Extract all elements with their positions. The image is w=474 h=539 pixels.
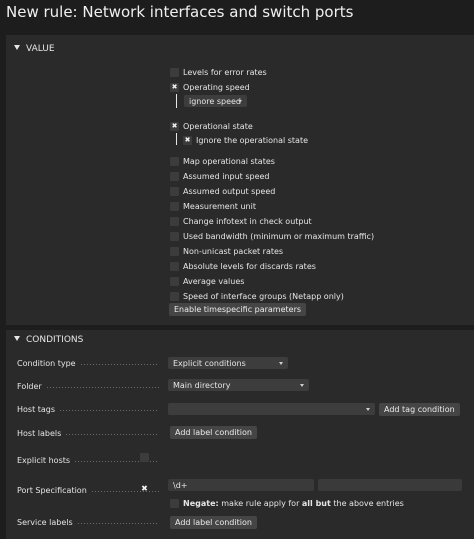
option-non-unicast-packet-rates[interactable]: Non-unicast packet rates xyxy=(170,245,283,257)
option-label: Used bandwidth (minimum or maximum traff… xyxy=(183,231,375,241)
conditions-section-title: CONDITIONS xyxy=(26,335,84,345)
option-used-bandwidth[interactable]: Used bandwidth (minimum or maximum traff… xyxy=(170,230,374,242)
option-label: Operational state xyxy=(183,121,253,131)
negate-text-1: make rule apply for xyxy=(218,498,302,508)
checkbox[interactable] xyxy=(170,201,179,211)
checkbox[interactable] xyxy=(183,135,192,146)
option-operating-speed[interactable]: Operating speed xyxy=(170,81,250,93)
checkbox[interactable] xyxy=(170,246,179,256)
option-average-values[interactable]: Average values xyxy=(170,275,244,287)
option-label: Assumed input speed xyxy=(183,171,270,181)
option-label: Map operational states xyxy=(183,156,275,166)
option-label: Levels for error rates xyxy=(183,67,267,77)
option-label: Ignore the operational state xyxy=(196,135,308,145)
value-section-header[interactable]: VALUE xyxy=(14,44,55,54)
option-operational-state[interactable]: Operational state xyxy=(170,120,253,132)
option-ignore-operational-state[interactable]: Ignore the operational state xyxy=(183,134,308,146)
conditions-section-header[interactable]: CONDITIONS xyxy=(14,335,83,345)
operating-speed-select[interactable]: ignore speed xyxy=(184,95,247,107)
add-service-label-condition-button[interactable]: Add label condition xyxy=(170,516,257,529)
indent-bar xyxy=(176,133,177,145)
option-label: Speed of interface groups (Netapp only) xyxy=(183,291,344,301)
option-assumed-input-speed[interactable]: Assumed input speed xyxy=(170,170,270,182)
enable-timespecific-button[interactable]: Enable timespecific parameters xyxy=(169,303,307,316)
checkbox[interactable] xyxy=(170,231,179,241)
folder-select[interactable]: Main directory xyxy=(168,379,309,391)
host-tags-select[interactable] xyxy=(168,403,375,415)
checkbox[interactable] xyxy=(170,216,179,226)
value-section-title: VALUE xyxy=(26,44,55,54)
service-labels-label: Service labels xyxy=(17,516,167,528)
chevron-down-icon xyxy=(300,383,304,387)
folder-label: Folder xyxy=(17,380,167,392)
explicit-hosts-checkbox[interactable] xyxy=(140,453,149,462)
indent-bar xyxy=(176,94,177,108)
checkbox[interactable] xyxy=(170,186,179,196)
option-label: Operating speed xyxy=(183,82,250,92)
dot-leader xyxy=(79,360,159,366)
page-title: New rule: Network interfaces and switch … xyxy=(6,3,354,21)
dot-leader xyxy=(65,430,159,436)
option-change-infotext[interactable]: Change infotext in check output xyxy=(170,215,312,227)
option-label: Non-unicast packet rates xyxy=(183,246,284,256)
negate-checkbox[interactable] xyxy=(170,498,179,508)
option-assumed-output-speed[interactable]: Assumed output speed xyxy=(170,185,275,197)
select-value: Main directory xyxy=(173,380,231,390)
option-levels-error-rates[interactable]: Levels for error rates xyxy=(170,66,267,78)
input-value: \d+ xyxy=(173,480,188,490)
add-tag-condition-button[interactable]: Add tag condition xyxy=(379,403,460,416)
dot-leader xyxy=(76,519,159,525)
checkbox[interactable] xyxy=(170,291,179,301)
select-value: Explicit conditions xyxy=(173,358,246,368)
negate-text-2: the above entries xyxy=(330,498,404,508)
host-labels-label: Host labels xyxy=(17,427,167,439)
checkbox[interactable] xyxy=(170,261,179,271)
checkbox[interactable] xyxy=(170,276,179,286)
collapse-triangle-icon xyxy=(14,336,20,341)
host-tags-label: Host tags xyxy=(17,403,167,415)
option-label: Change infotext in check output xyxy=(183,216,312,226)
checkbox[interactable] xyxy=(170,156,179,166)
option-speed-interface-groups[interactable]: Speed of interface groups (Netapp only) xyxy=(170,290,344,302)
negate-prefix: Negate: xyxy=(183,498,219,508)
checkbox[interactable] xyxy=(170,121,179,132)
negate-emph: all but xyxy=(301,498,331,508)
port-spec-input[interactable]: \d+ xyxy=(168,479,314,491)
chevron-down-icon xyxy=(366,407,370,411)
option-label: Measurement unit xyxy=(183,201,256,211)
checkbox[interactable] xyxy=(170,67,179,77)
option-measurement-unit[interactable]: Measurement unit xyxy=(170,200,256,212)
checkbox[interactable] xyxy=(170,82,179,93)
dot-leader xyxy=(59,406,159,412)
condition-type-label: Condition type xyxy=(17,357,167,369)
checkbox[interactable] xyxy=(170,171,179,181)
dot-leader xyxy=(45,383,159,389)
negate-option[interactable]: Negate: make rule apply for all but the … xyxy=(170,497,404,509)
condition-type-select[interactable]: Explicit conditions xyxy=(168,357,288,369)
port-spec-input-2[interactable] xyxy=(318,479,462,491)
port-specification-checkbox[interactable]: ✖ xyxy=(140,484,149,493)
option-label: Assumed output speed xyxy=(183,186,276,196)
collapse-triangle-icon xyxy=(14,45,20,50)
add-host-label-condition-button[interactable]: Add label condition xyxy=(170,426,257,439)
select-value: ignore speed xyxy=(189,96,242,106)
option-map-operational-states[interactable]: Map operational states xyxy=(170,155,275,167)
chevron-down-icon xyxy=(279,361,283,365)
option-absolute-levels-discards[interactable]: Absolute levels for discards rates xyxy=(170,260,316,272)
chevron-down-icon xyxy=(238,99,242,103)
option-label: Average values xyxy=(183,276,245,286)
option-label: Absolute levels for discards rates xyxy=(183,261,316,271)
